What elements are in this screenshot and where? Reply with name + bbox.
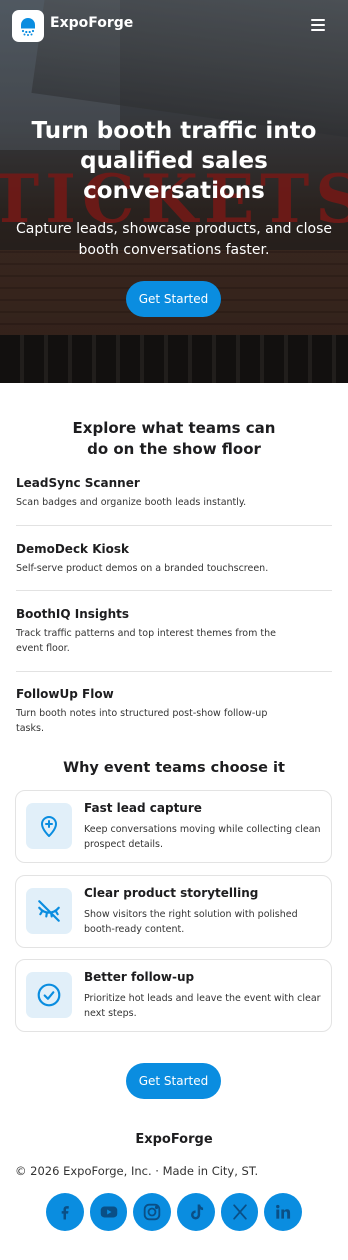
- footer-brand[interactable]: ExpoForge: [0, 1132, 348, 1147]
- menu-icon[interactable]: [308, 16, 330, 34]
- top-nav: ExpoForge: [0, 0, 348, 52]
- hero-title: Turn booth traffic into qualified sales …: [31, 118, 317, 204]
- linkedin-icon[interactable]: [264, 1193, 303, 1231]
- facebook-icon[interactable]: [46, 1193, 84, 1231]
- logo[interactable]: [12, 10, 44, 42]
- check-circle-icon: [26, 972, 72, 1018]
- location-plus-icon: [26, 803, 72, 849]
- instagram-icon[interactable]: [133, 1193, 172, 1231]
- hero-get-started-button[interactable]: Get Started: [126, 281, 221, 317]
- card-desc: Prioritize hot leads and leave the event…: [84, 993, 321, 1019]
- feature-item: BoothIQ Insights Track traffic patterns …: [16, 606, 332, 656]
- feature-desc: Turn booth notes into structured post-sh…: [16, 708, 268, 734]
- hero-section: TICKETS ExpoForge Turn booth traffic int…: [0, 0, 348, 383]
- divider: [16, 525, 332, 526]
- feature-item: FollowUp Flow Turn booth notes into stru…: [16, 686, 332, 736]
- benefit-card: Fast lead capture Keep conversations mov…: [15, 790, 332, 863]
- benefit-card: Better follow-up Prioritize hot leads an…: [15, 959, 332, 1032]
- feature-item: DemoDeck Kiosk Self-serve product demos …: [16, 541, 332, 576]
- feature-desc: Scan badges and organize booth leads ins…: [16, 497, 247, 508]
- benefit-card: Clear product storytelling Show visitors…: [15, 875, 332, 948]
- card-desc: Keep conversations moving while collecti…: [84, 824, 321, 850]
- feature-desc: Self-serve product demos on a branded to…: [16, 563, 269, 574]
- divider: [16, 590, 332, 591]
- feature-desc: Track traffic patterns and top interest …: [16, 628, 276, 654]
- card-title: Fast lead capture: [84, 801, 202, 815]
- hero-subtitle: Capture leads, showcase products, and cl…: [16, 221, 332, 258]
- feature-title: FollowUp Flow: [16, 687, 114, 701]
- footer-copyright: © 2026 ExpoForge, Inc. · Made in City, S…: [15, 1164, 259, 1178]
- feature-title: LeadSync Scanner: [16, 476, 140, 490]
- explore-title: Explore what teams can do on the show fl…: [72, 419, 276, 458]
- brand-name[interactable]: ExpoForge: [50, 15, 133, 31]
- feature-title: BoothIQ Insights: [16, 607, 130, 621]
- card-title: Better follow-up: [84, 970, 195, 984]
- bottom-get-started-button[interactable]: Get Started: [126, 1063, 221, 1099]
- card-desc: Show visitors the right solution with po…: [84, 909, 298, 935]
- logo-icon: [21, 18, 35, 36]
- social-links: [46, 1193, 303, 1231]
- divider: [16, 671, 332, 672]
- tiktok-icon[interactable]: [177, 1193, 215, 1231]
- card-title: Clear product storytelling: [84, 886, 259, 900]
- youtube-icon[interactable]: [89, 1193, 128, 1231]
- why-title: Why event teams choose it: [63, 760, 285, 776]
- x-icon[interactable]: [220, 1193, 259, 1231]
- feature-title: DemoDeck Kiosk: [16, 542, 129, 556]
- feature-item: LeadSync Scanner Scan badges and organiz…: [16, 475, 332, 510]
- eye-off-icon: [26, 888, 72, 934]
